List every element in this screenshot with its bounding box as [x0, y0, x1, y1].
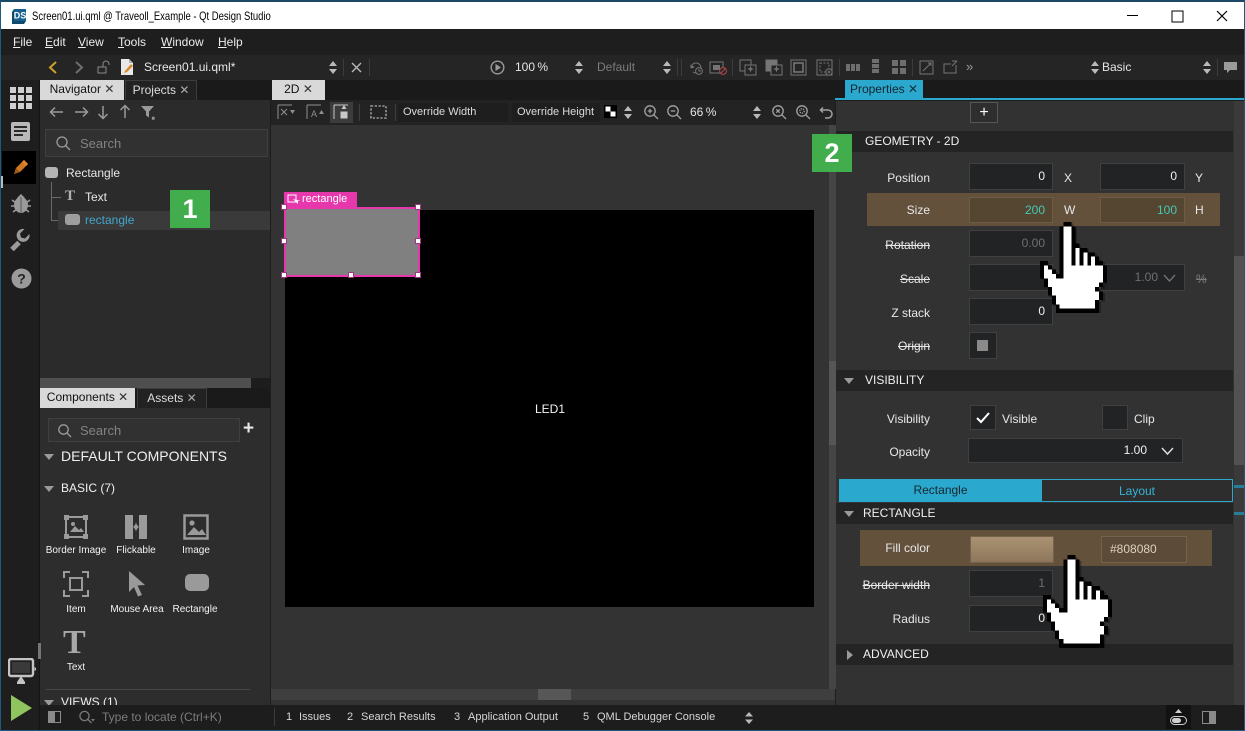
svg-text:A: A	[311, 109, 317, 119]
svg-text:DS: DS	[14, 11, 27, 21]
svg-text:?: ?	[17, 271, 26, 287]
